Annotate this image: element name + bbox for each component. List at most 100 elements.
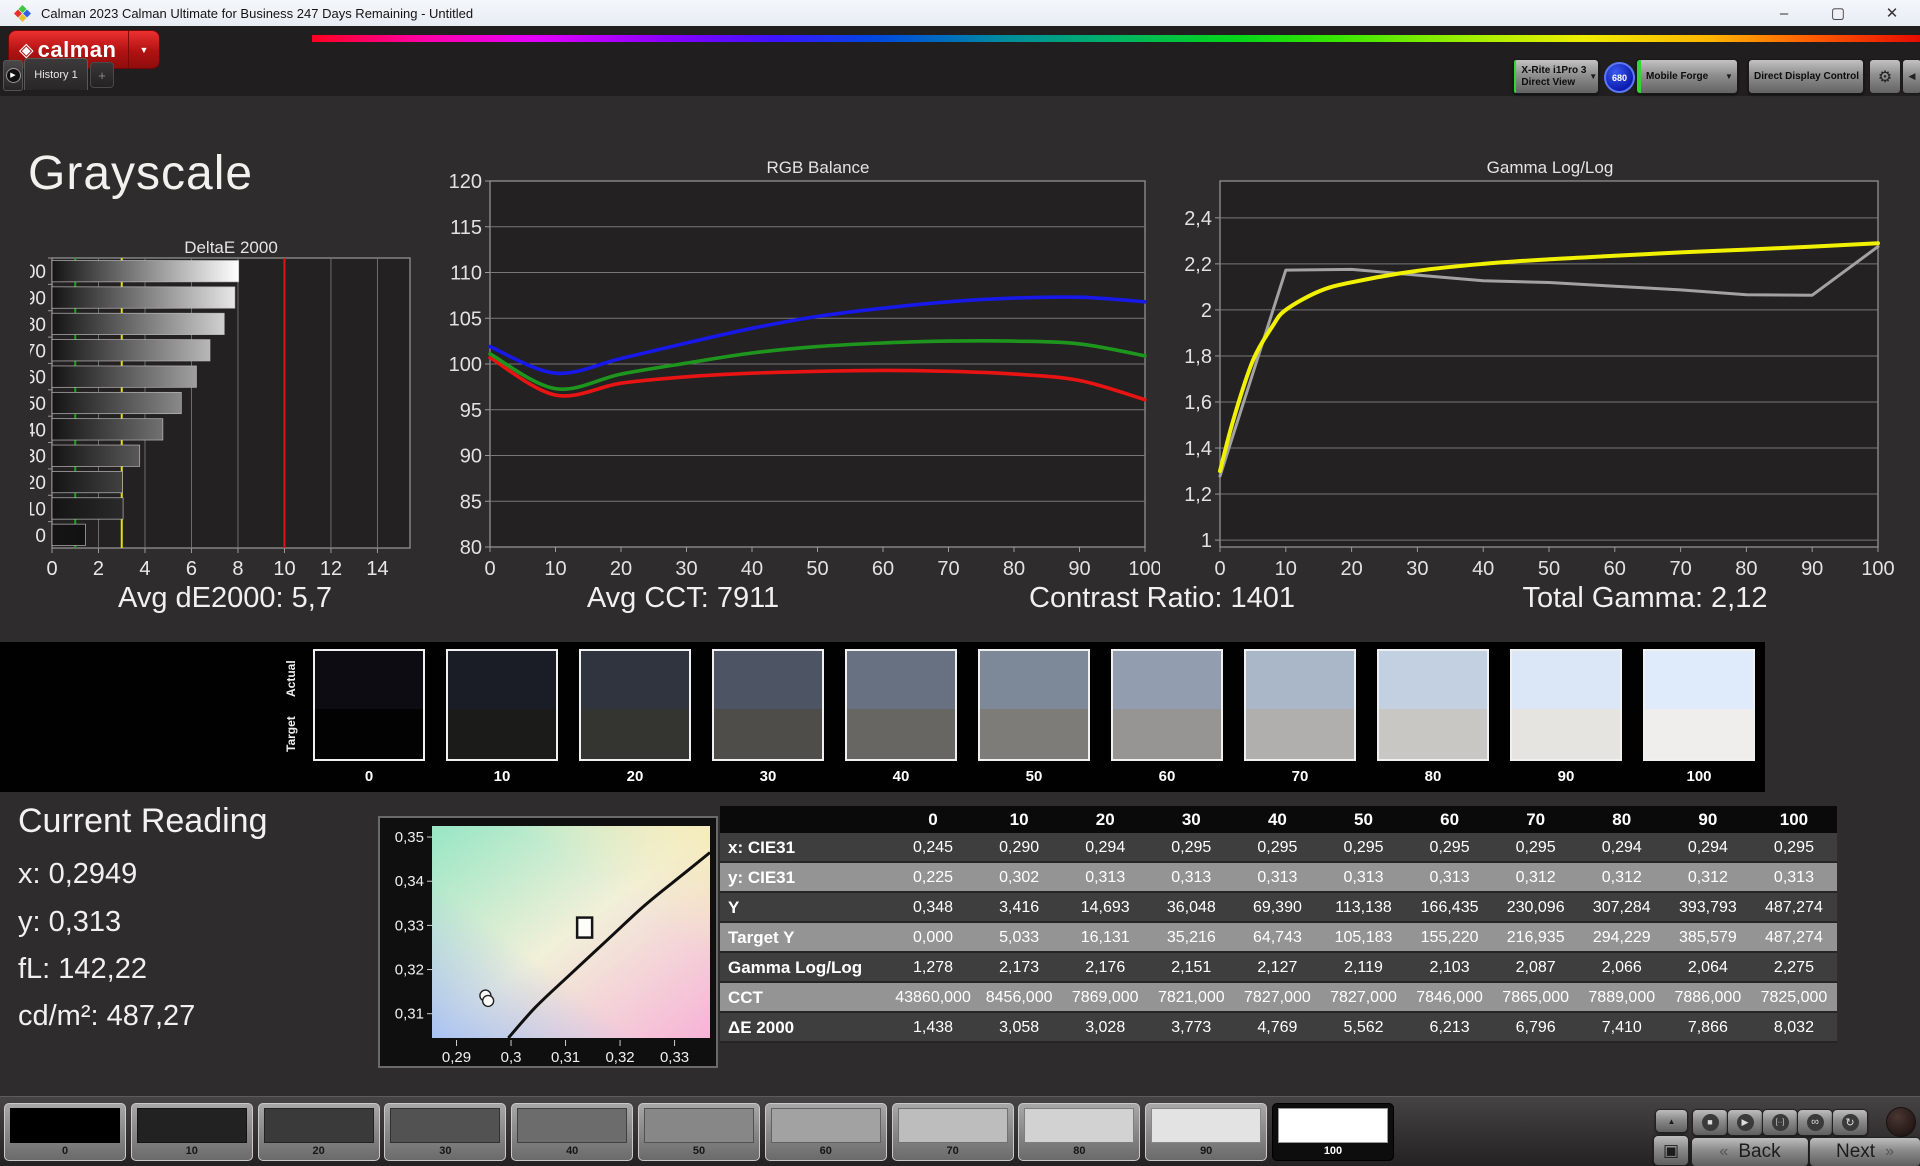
swatch-box [712, 649, 824, 761]
tab-history-1[interactable]: History 1 [24, 58, 88, 90]
close-button[interactable]: ✕ [1878, 4, 1906, 22]
table-cell: 4,769 [1234, 1013, 1321, 1043]
pattern-patch-40[interactable]: 40 [511, 1103, 634, 1161]
table-cell: 0,295 [1320, 833, 1407, 863]
device-dropdown-display-control[interactable]: Direct Display Control ▼ [1748, 59, 1869, 94]
table-cell: 0,294 [1578, 833, 1665, 863]
grayscale-swatch-50: 50 [978, 649, 1090, 785]
svg-text:0,32: 0,32 [395, 962, 424, 979]
grayscale-swatch-20: 20 [579, 649, 691, 785]
add-tab-button[interactable]: + [90, 62, 114, 88]
pattern-patch-100[interactable]: 100 [1272, 1103, 1394, 1161]
maximize-button[interactable]: ▢ [1824, 4, 1852, 22]
svg-text:0,3: 0,3 [501, 1049, 522, 1066]
table-cell: 487,274 [1750, 893, 1837, 923]
svg-text:90: 90 [1068, 558, 1090, 580]
pattern-size-button[interactable]: [··] [1762, 1109, 1798, 1136]
pattern-patch-20[interactable]: 20 [257, 1103, 380, 1161]
svg-text:90: 90 [1801, 558, 1823, 580]
collapse-toolbar-button[interactable]: ◀ [1902, 59, 1920, 94]
table-cell: 0,313 [1148, 863, 1235, 893]
continuous-button[interactable]: ∞ [1797, 1109, 1833, 1136]
back-button[interactable]: « Back [1691, 1137, 1809, 1166]
device-dropdown-source[interactable]: Mobile Forge ▼ [1636, 59, 1738, 94]
swatch-target-color [1246, 709, 1354, 759]
pattern-patch-50[interactable]: 50 [638, 1103, 760, 1161]
svg-text:0,35: 0,35 [395, 829, 424, 846]
pattern-window-button[interactable]: ▣ [1653, 1135, 1689, 1166]
table-cell: 7827,000 [1320, 983, 1407, 1013]
pattern-patch-70[interactable]: 70 [891, 1103, 1014, 1161]
swatch-actual-color [448, 651, 556, 709]
table-cell: 69,390 [1234, 893, 1321, 923]
table-row-label: CCT [720, 983, 890, 1013]
table-row-label: x: CIE31 [720, 833, 890, 863]
table-cell: 113,138 [1320, 893, 1407, 923]
device-label-line: Direct View [1521, 76, 1576, 88]
svg-text:70: 70 [30, 341, 46, 362]
expander-arrow-icon: ▶ [5, 68, 21, 83]
pattern-patch-0[interactable]: 0 [4, 1103, 126, 1161]
refresh-icon: ↻ [1841, 1114, 1859, 1131]
pattern-patch-30[interactable]: 30 [384, 1103, 507, 1161]
app-icon [14, 4, 31, 22]
svg-text:0,33: 0,33 [660, 1049, 689, 1066]
table-cell: 0,313 [1234, 863, 1321, 893]
svg-text:90: 90 [460, 446, 482, 468]
play-button[interactable]: ▶ [1727, 1109, 1763, 1136]
svg-text:2: 2 [93, 558, 104, 580]
patch-color [136, 1108, 247, 1143]
pattern-patch-10[interactable]: 10 [130, 1103, 253, 1161]
table-cell: 64,743 [1234, 923, 1321, 953]
svg-text:8: 8 [232, 558, 243, 580]
play-icon: ▶ [1736, 1114, 1754, 1131]
pattern-patch-80[interactable]: 80 [1018, 1103, 1141, 1161]
pattern-up-button[interactable]: ▲ [1655, 1109, 1688, 1133]
table-cell: 2,151 [1148, 953, 1235, 983]
reading-cdm2: cd/m²: 487,27 [18, 1000, 196, 1032]
patch-label: 90 [1200, 1145, 1213, 1157]
swatch-actual-color [847, 651, 955, 709]
patch-color [897, 1108, 1008, 1143]
svg-text:10: 10 [1275, 558, 1297, 580]
deltae-chart: 100908070605040302010002468101214 [30, 257, 411, 580]
total-gamma-stat: Total Gamma: 2,12 [1522, 582, 1768, 614]
pattern-patch-60[interactable]: 60 [764, 1103, 887, 1161]
device-dropdown-meter[interactable]: X-Rite i1Pro 3 Direct View ▼ [1513, 59, 1599, 94]
swatch-label: 0 [364, 768, 374, 785]
patch-label: 80 [1073, 1145, 1086, 1157]
table-cell: 5,562 [1320, 1013, 1407, 1043]
pattern-patch-90[interactable]: 90 [1145, 1103, 1268, 1161]
up-arrow-icon: ▲ [1667, 1116, 1676, 1126]
next-chevrons-icon: » [1885, 1143, 1894, 1160]
table-cell: 3,028 [1062, 1013, 1149, 1043]
swatch-target-color [1379, 709, 1487, 759]
settings-gear-button[interactable]: ⚙ [1869, 59, 1901, 94]
table-cell: 7825,000 [1750, 983, 1837, 1013]
svg-text:6: 6 [186, 558, 197, 580]
svg-text:80: 80 [1735, 558, 1757, 580]
svg-text:85: 85 [460, 491, 482, 513]
refresh-button[interactable]: ↻ [1832, 1109, 1868, 1136]
patch-color [770, 1108, 881, 1143]
table-cell: 0,312 [1578, 863, 1665, 893]
back-chevrons-icon: « [1719, 1143, 1729, 1160]
page-title: Grayscale [28, 147, 254, 200]
actual-row-label: Actual [284, 660, 298, 698]
grayscale-swatch-100: 100 [1643, 649, 1755, 785]
swatch-actual-color [1645, 651, 1753, 709]
target-row-label: Target [284, 716, 298, 752]
next-button[interactable]: Next » [1809, 1137, 1920, 1166]
stop-button[interactable]: ■ [1692, 1109, 1728, 1136]
calman-menu-dropdown[interactable]: ▼ [128, 31, 159, 68]
swatch-label: 70 [1291, 768, 1309, 785]
table-cell: 2,173 [976, 953, 1063, 983]
svg-text:100: 100 [1128, 558, 1160, 580]
panel-expander-button[interactable]: ▶ [3, 60, 23, 91]
minimize-button[interactable]: – [1770, 5, 1798, 22]
current-reading-title: Current Reading [18, 802, 268, 840]
swatch-target-color [1645, 709, 1753, 759]
rgb-balance-chart: 80 85 90 95 100 105 110 115 120 0 10 20 30 40 50 60 70 80… [449, 171, 1160, 580]
table-cell: 3,773 [1148, 1013, 1235, 1043]
svg-text:1,6: 1,6 [1184, 392, 1212, 414]
